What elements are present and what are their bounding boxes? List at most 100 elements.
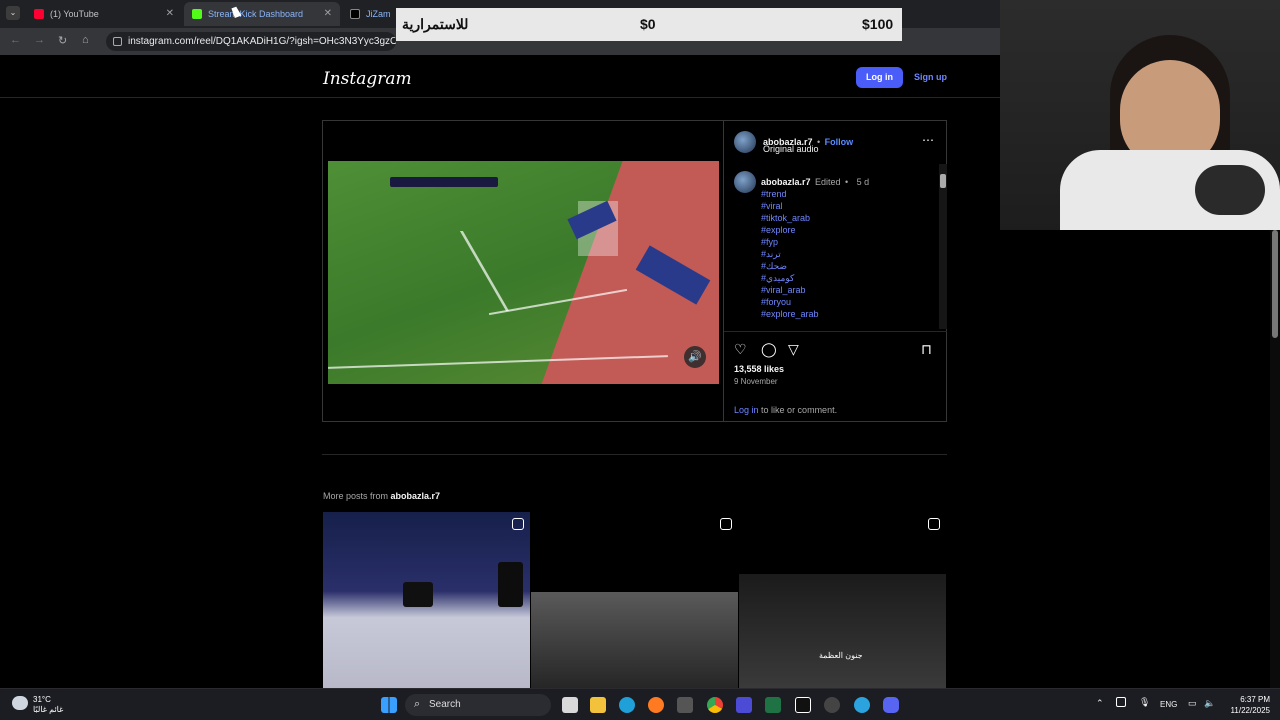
windows-start-icon[interactable] [381,697,397,713]
app-icon[interactable] [677,697,693,713]
avatar[interactable] [734,171,756,193]
hashtag-link[interactable]: #explore [761,224,819,236]
share-icon[interactable]: ▽ [788,341,799,358]
microphone-icon [1195,165,1265,215]
post-thumbnail[interactable] [323,512,530,688]
caption-username[interactable]: abobazla.r7 [761,177,811,187]
hashtag-link[interactable]: #كوميدي [761,272,819,284]
microphone-tray-icon[interactable]: 🎙 [1139,697,1150,708]
login-button[interactable]: Log in [856,67,903,88]
forward-icon[interactable]: → [34,34,45,46]
close-tab-icon[interactable]: ✕ [324,8,332,19]
instagram-logo[interactable]: Instagram [323,69,412,89]
tray-overflow-icon[interactable]: ⌃ [1096,698,1104,709]
hashtag-link[interactable]: #fyp [761,236,819,248]
wifi-icon[interactable]: ▭ [1188,698,1197,709]
discord-icon[interactable] [883,697,899,713]
section-divider [322,454,947,455]
weather-widget[interactable]: 31°C غائم غالبًا [33,695,63,715]
actions-divider [724,331,947,332]
goal-min: $0 [640,16,656,32]
network-icon[interactable] [1116,697,1126,707]
firefox-icon[interactable] [648,697,664,713]
tab-kick-dashboard[interactable]: Stream Kick Dashboard ✕ [184,2,340,26]
avatar[interactable] [734,131,756,153]
edge-icon[interactable] [619,697,635,713]
reel-icon [928,518,940,530]
app-icon[interactable] [736,697,752,713]
caption-edited: Edited [814,177,841,187]
login-link[interactable]: Log in [734,405,759,415]
hashtag-list: #trend #viral #tiktok_arab #explore #fyp… [761,188,819,320]
bullet: • [844,177,849,187]
donation-goal-overlay: للاستمرارية $0 $100 [396,8,902,41]
obs-icon[interactable] [824,697,840,713]
login-prompt: Log in to like or comment. [734,405,837,415]
tab-list-chevron-icon[interactable]: ⌄ [6,6,20,20]
url-text: instagram.com/reel/DQ1AKADiH1G/?igsh=OHc… [128,36,396,47]
excel-icon[interactable] [765,697,781,713]
tab-title: JiZam [366,9,391,19]
taskbar-search[interactable]: ⌕ Search [405,694,551,716]
hashtag-link[interactable]: #viral [761,200,819,212]
home-icon[interactable]: ⌂ [82,34,89,46]
clock-date: 11/22/2025 [1230,706,1270,715]
post-thumbnail[interactable] [531,512,738,688]
like-heart-icon[interactable]: ♡ [734,341,747,358]
goal-max: $100 [862,16,894,32]
more-posts-prefix: More posts from [323,491,389,501]
back-icon[interactable]: ← [10,34,21,46]
search-label: Search [429,699,461,710]
follow-button[interactable]: Follow [825,137,854,147]
weather-temp: 31°C [33,695,51,704]
signup-link[interactable]: Sign up [914,72,947,82]
scroll-thumb[interactable] [940,174,946,188]
webcam-feed [1000,0,1280,230]
likes-count[interactable]: 13,558 likes [734,364,784,374]
caption-scrollbar[interactable] [939,164,947,329]
site-info-icon[interactable] [113,37,122,46]
comment-icon[interactable]: ◯ [761,341,777,358]
tab-youtube[interactable]: (1) YouTube ✕ [26,2,182,26]
more-options-icon[interactable]: ⋯ [922,133,934,147]
audio-link[interactable]: Original audio [763,144,819,154]
scroll-thumb[interactable] [1272,230,1278,338]
clock-time: 6:37 PM [1240,695,1270,704]
weather-icon[interactable] [12,696,28,710]
thumbnail-caption: جنون العظمة [819,651,863,660]
hashtag-link[interactable]: #explore_arab [761,308,819,320]
post-thumbnail[interactable]: جنون العظمة [739,512,946,688]
reel-video[interactable] [328,161,719,384]
reload-icon[interactable]: ↻ [58,34,67,47]
tiktok-icon[interactable] [795,697,811,713]
hashtag-link[interactable]: #trend [761,188,819,200]
taskbar-clock[interactable]: 6:37 PM 11/22/2025 [1224,694,1270,716]
tab-x[interactable]: JiZam [342,2,402,26]
goal-label: للاستمرارية [402,16,469,32]
caption-time: 5 d [856,177,870,187]
thumbnail-decor [531,592,738,688]
more-posts-user[interactable]: abobazla.r7 [391,491,441,501]
hashtag-link[interactable]: #tiktok_arab [761,212,819,224]
task-view-icon[interactable] [562,697,578,713]
volume-icon[interactable]: 🔈 [1204,698,1215,709]
telegram-icon[interactable] [854,697,870,713]
file-explorer-icon[interactable] [590,697,606,713]
url-field[interactable]: instagram.com/reel/DQ1AKADiH1G/?igsh=OHc… [106,32,396,51]
chrome-icon[interactable] [707,697,723,713]
language-indicator[interactable]: ENG [1160,700,1177,709]
x-logo-icon [350,9,360,19]
instagram-header: Instagram Log in Sign up [0,57,1000,98]
hashtag-link[interactable]: #ضحك [761,260,819,272]
mute-toggle-button[interactable]: 🔊 [684,346,706,368]
close-tab-icon[interactable]: ✕ [166,8,174,19]
bookmark-icon[interactable]: ⊓ [921,341,932,358]
youtube-icon [34,9,44,19]
hashtag-link[interactable]: #foryou [761,296,819,308]
windows-taskbar: 31°C غائم غالبًا ⌕ Search ⌃ 🎙 ENG ▭ 🔈 6:… [0,688,1280,720]
hashtag-link[interactable]: #ترند [761,248,819,260]
hashtag-link[interactable]: #viral_arab [761,284,819,296]
thumbnail-decor [403,582,433,607]
post-date: 9 November [734,377,778,386]
page-scrollbar[interactable] [1270,230,1280,688]
